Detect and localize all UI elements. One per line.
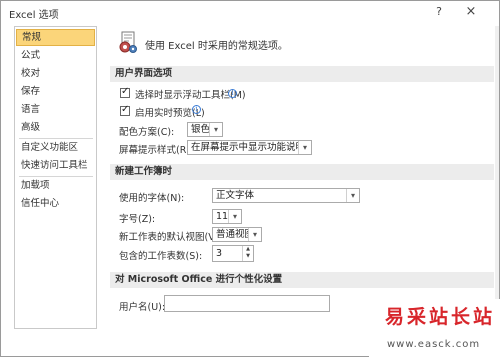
info-icon[interactable]: i <box>228 89 237 98</box>
info-icon[interactable]: i <box>192 105 201 114</box>
default-view-select[interactable]: 普通视图 ▾ <box>212 227 262 242</box>
sheet-count-stepper[interactable]: 3 ▲ ▼ <box>212 245 254 262</box>
options-gear-icon <box>119 31 137 53</box>
section-personalize: 对 Microsoft Office 进行个性化设置 <box>110 272 494 288</box>
screentip-style-label: 屏幕提示样式(R): <box>119 145 194 156</box>
chevron-down-icon: ▾ <box>209 123 222 136</box>
site-watermark: 易采站长站 www.easck.com <box>369 299 500 357</box>
sheet-count-value: 3 <box>216 248 223 259</box>
font-size-select[interactable]: 11 ▾ <box>212 209 242 224</box>
chevron-down-icon: ▾ <box>228 210 241 223</box>
watermark-url: www.easck.com <box>387 339 481 350</box>
default-font-value: 正文字体 <box>216 190 255 201</box>
spin-up-icon[interactable]: ▲ <box>243 246 253 253</box>
screentip-style-select[interactable]: 在屏幕提示中显示功能说明 ▾ <box>187 140 312 155</box>
options-sidebar: 常规 公式 校对 保存 语言 高级 自定义功能区 快速访问工具栏 加载项 信任中… <box>14 26 97 329</box>
sidebar-item-formulas[interactable]: 公式 <box>16 47 95 64</box>
username-label: 用户名(U): <box>119 302 166 313</box>
close-button[interactable]: × <box>460 3 482 21</box>
sidebar-item-trust-center[interactable]: 信任中心 <box>16 195 95 212</box>
help-button[interactable]: ? <box>428 3 450 21</box>
sidebar-item-quick-access-toolbar[interactable]: 快速访问工具栏 <box>16 157 95 174</box>
sheet-count-label: 包含的工作表数(S): <box>119 251 203 262</box>
watermark-logo-text: 易采站长站 <box>385 306 496 328</box>
stepper-buttons: ▲ ▼ <box>242 246 253 261</box>
font-size-label: 字号(Z): <box>119 214 156 225</box>
section-ui-options: 用户界面选项 <box>110 66 494 82</box>
default-font-select[interactable]: 正文字体 ▾ <box>212 188 360 203</box>
color-scheme-value: 银色 <box>191 124 211 135</box>
section-new-workbook: 新建工作簿时 <box>110 164 494 180</box>
screentip-style-value: 在屏幕提示中显示功能说明 <box>191 142 306 153</box>
general-options-panel: 使用 Excel 时采用的常规选项。 用户界面选项 ✓ 选择时显示浮动工具栏(M… <box>107 26 497 329</box>
excel-options-dialog: Excel 选项 ? × 常规 公式 校对 保存 语言 高级 自定义功能区 快速… <box>0 0 500 357</box>
checkmark-icon: ✓ <box>121 86 130 97</box>
username-input[interactable] <box>164 295 330 312</box>
sidebar-item-add-ins[interactable]: 加载项 <box>16 177 95 194</box>
default-view-label: 新工作表的默认视图(V): <box>119 232 222 243</box>
color-scheme-select[interactable]: 银色 ▾ <box>187 122 223 137</box>
chevron-down-icon: ▾ <box>248 228 261 241</box>
chevron-down-icon: ▾ <box>298 141 311 154</box>
mini-toolbar-checkbox[interactable]: ✓ <box>120 86 130 98</box>
checkmark-icon: ✓ <box>121 104 130 115</box>
color-scheme-label: 配色方案(C): <box>119 127 175 138</box>
sidebar-item-language[interactable]: 语言 <box>16 101 95 118</box>
header-description: 使用 Excel 时采用的常规选项。 <box>145 41 288 52</box>
title-bar: Excel 选项 ? × <box>1 1 499 25</box>
spin-down-icon[interactable]: ▼ <box>243 253 253 260</box>
font-size-value: 11 <box>216 211 229 222</box>
chevron-down-icon: ▾ <box>346 189 359 202</box>
live-preview-checkbox[interactable]: ✓ <box>120 104 130 116</box>
sidebar-item-general[interactable]: 常规 <box>16 29 95 46</box>
sidebar-item-proofing[interactable]: 校对 <box>16 65 95 82</box>
default-font-label: 使用的字体(N): <box>119 193 185 204</box>
dialog-title: Excel 选项 <box>9 10 59 21</box>
sidebar-item-save[interactable]: 保存 <box>16 83 95 100</box>
panel-scrollbar[interactable] <box>495 26 499 329</box>
sidebar-item-advanced[interactable]: 高级 <box>16 119 95 136</box>
sidebar-item-customize-ribbon[interactable]: 自定义功能区 <box>16 139 95 156</box>
